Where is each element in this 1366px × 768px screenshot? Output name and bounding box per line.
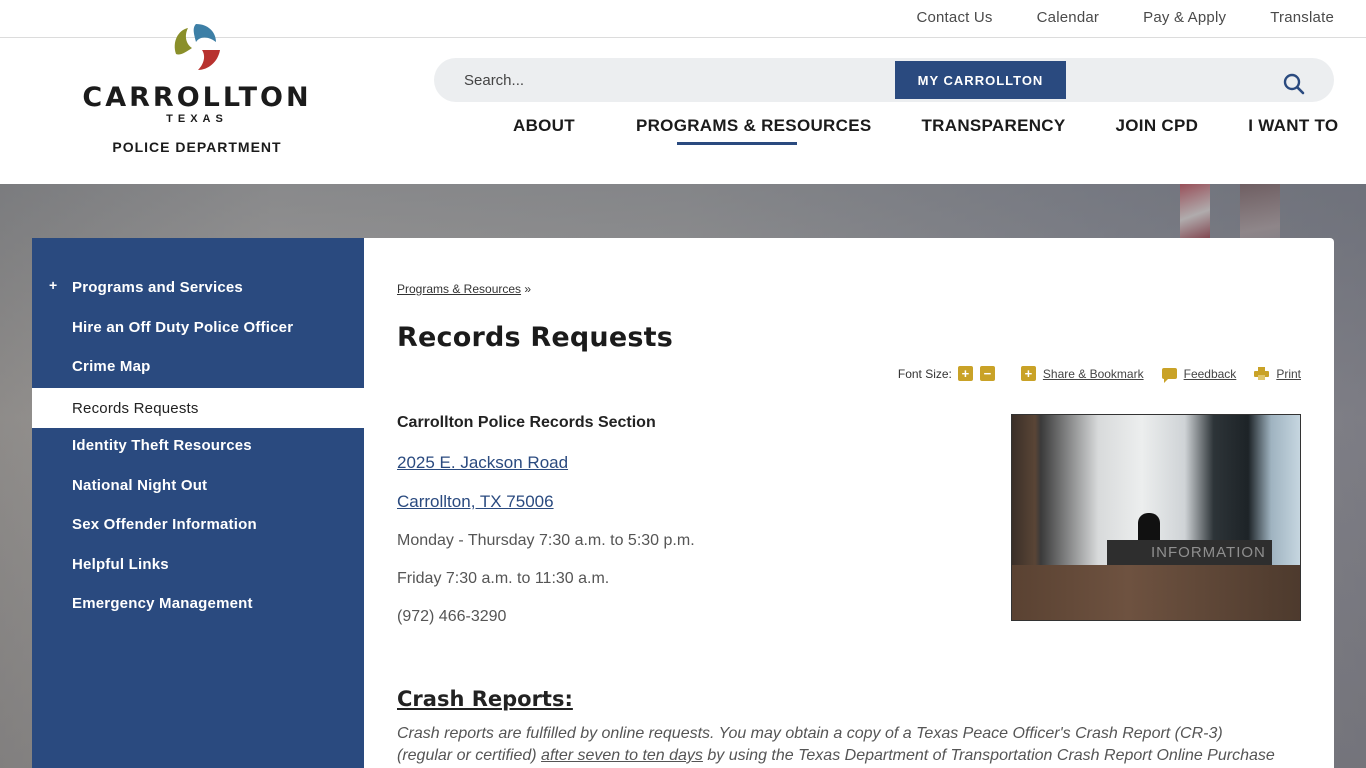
crash-days-link[interactable]: after seven to ten days — [541, 747, 703, 764]
font-decrease-icon[interactable]: − — [979, 366, 995, 381]
print-link[interactable]: Print — [1276, 367, 1301, 381]
logo-wordmark: CARROLLTON — [82, 82, 312, 113]
sidebar-item-label: Identity Theft Resources — [72, 436, 252, 454]
nav-about[interactable]: ABOUT — [513, 116, 575, 136]
sidebar-item-label: Programs and Services — [72, 278, 243, 296]
my-carrollton-button[interactable]: MY CARROLLTON — [895, 61, 1066, 99]
nav-programs-resources[interactable]: PROGRAMS & RESOURCES — [636, 116, 872, 136]
site-logo[interactable]: CARROLLTON TEXAS POLICE DEPARTMENT — [82, 20, 312, 160]
main-nav: ABOUT PROGRAMS & RESOURCES TRANSPARENCY … — [513, 116, 1338, 145]
search-icon[interactable] — [1282, 72, 1306, 96]
photo-person — [1138, 513, 1160, 543]
page-tools: Font Size: + − + Share & Bookmark Feedba… — [897, 366, 1301, 383]
share-bookmark[interactable]: + Share & Bookmark — [1020, 366, 1144, 381]
logo-department: POLICE DEPARTMENT — [112, 139, 282, 155]
print[interactable]: Print — [1254, 367, 1301, 381]
font-size-label: Font Size: — [897, 366, 952, 381]
crash-reports-text: Crash reports are fulfilled by online re… — [397, 723, 1277, 768]
hours-fri: Friday 7:30 a.m. to 11:30 a.m. — [397, 570, 610, 587]
sidebar-item-label: Hire an Off Duty Police Officer — [72, 318, 294, 336]
util-link-calendar[interactable]: Calendar — [1037, 9, 1099, 26]
sidebar-item-label: Records Requests — [72, 399, 199, 417]
sidebar-item-sex-offender-information[interactable]: Sex Offender Information — [32, 504, 364, 544]
sidebar-item-label: Emergency Management — [72, 594, 253, 612]
nav-active-indicator — [677, 142, 797, 145]
printer-icon — [1254, 367, 1270, 380]
sidebar-item-label: Crime Map — [72, 357, 151, 375]
sidebar-item-label: Helpful Links — [72, 555, 169, 573]
nav-transparency[interactable]: TRANSPARENCY — [921, 116, 1065, 136]
sidebar-item-label: National Night Out — [72, 476, 208, 494]
breadcrumb: Programs & Resources » — [397, 282, 531, 296]
breadcrumb-link-programs-resources[interactable]: Programs & Resources — [397, 282, 521, 296]
carrollton-logo-icon — [174, 24, 220, 70]
sidebar-item-records-requests[interactable]: Records Requests — [32, 388, 364, 428]
address-city-link[interactable]: Carrollton, TX 75006 — [397, 492, 554, 512]
main-content: Programs & Resources » Records Requests … — [364, 238, 1334, 768]
sidebar-item-hire-off-duty-officer[interactable]: Hire an Off Duty Police Officer — [32, 307, 364, 347]
logo-subtitle: TEXAS — [166, 113, 228, 125]
search-bar: MY CARROLLTON — [434, 58, 1334, 102]
sidebar-item-national-night-out[interactable]: National Night Out — [32, 465, 364, 505]
sidebar-nav: + Programs and Services Hire an Off Duty… — [32, 238, 364, 768]
util-link-pay-apply[interactable]: Pay & Apply — [1143, 9, 1226, 26]
nav-i-want-to[interactable]: I WANT TO — [1248, 116, 1338, 136]
share-bookmark-link[interactable]: Share & Bookmark — [1043, 367, 1144, 381]
photo-desk — [1012, 565, 1300, 620]
address-street-link[interactable]: 2025 E. Jackson Road — [397, 453, 568, 473]
font-increase-icon[interactable]: + — [957, 366, 973, 381]
phone-number: (972) 466-3290 — [397, 608, 507, 625]
sidebar-item-identity-theft-resources[interactable]: Identity Theft Resources — [32, 425, 364, 465]
breadcrumb-separator: » — [524, 282, 532, 296]
sidebar-item-programs-and-services[interactable]: + Programs and Services — [32, 267, 364, 307]
records-office-photo: INFORMATION — [1011, 414, 1301, 621]
share-plus-icon: + — [1020, 366, 1036, 381]
records-section-title: Carrollton Police Records Section — [397, 414, 656, 431]
util-link-contact-us[interactable]: Contact Us — [916, 9, 992, 26]
expand-plus-icon[interactable]: + — [49, 277, 57, 293]
sidebar-item-helpful-links[interactable]: Helpful Links — [32, 544, 364, 584]
nav-join-cpd[interactable]: JOIN CPD — [1116, 116, 1199, 136]
utility-links: Contact Us Calendar Pay & Apply Translat… — [916, 9, 1334, 26]
crash-reports-heading: Crash Reports: — [397, 687, 573, 711]
sidebar-item-label: Sex Offender Information — [72, 515, 257, 533]
feedback-bubble-icon — [1161, 368, 1177, 383]
search-input[interactable] — [464, 69, 884, 91]
photo-info-sign: INFORMATION — [1107, 540, 1272, 566]
feedback-link[interactable]: Feedback — [1184, 367, 1237, 381]
util-link-translate[interactable]: Translate — [1270, 9, 1334, 26]
feedback[interactable]: Feedback — [1161, 367, 1237, 383]
hours-mon-thu: Monday - Thursday 7:30 a.m. to 5:30 p.m. — [397, 532, 695, 549]
sidebar-item-emergency-management[interactable]: Emergency Management — [32, 583, 364, 623]
sidebar-item-crime-map[interactable]: Crime Map — [32, 346, 364, 386]
page-title: Records Requests — [397, 322, 673, 353]
